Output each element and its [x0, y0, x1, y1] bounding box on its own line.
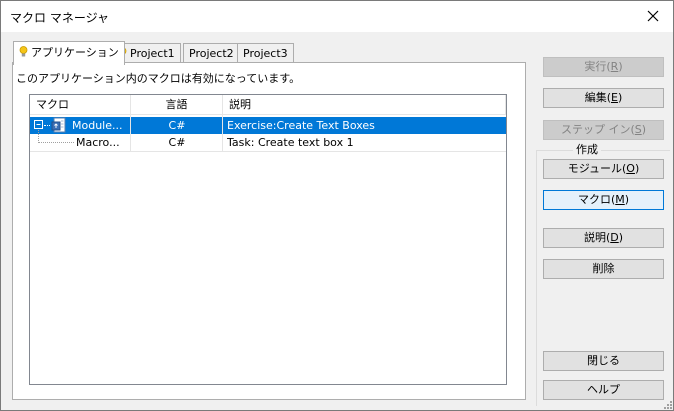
column-header-language-label: 言語: [165, 98, 188, 111]
close-icon: [647, 10, 659, 22]
collapse-toggle-icon[interactable]: [34, 120, 43, 129]
column-header-description-label: 説明: [229, 98, 251, 111]
bulb-icon: [19, 45, 28, 56]
resize-grip-icon[interactable]: [663, 400, 673, 410]
description-button-paren: ): [618, 231, 624, 244]
column-header-description[interactable]: 説明: [223, 95, 506, 115]
edit-button[interactable]: 編集(E): [543, 88, 664, 108]
macro-description: Exercise:Create Text Boxes: [227, 119, 375, 132]
create-macro-button-label: マクロ(: [577, 193, 616, 206]
macro-language: C#: [168, 136, 186, 149]
create-module-button-label: モジュール(: [567, 162, 627, 175]
close-button[interactable]: 閉じる: [543, 351, 664, 371]
module-icon: [51, 117, 66, 133]
macros-enabled-text: このアプリケーション内のマクロは有効になっています。: [16, 72, 301, 85]
row-separator: [30, 151, 506, 152]
create-module-button-paren: ): [634, 162, 640, 175]
tree-connector: [38, 142, 74, 143]
tab-project3-label: Project3: [243, 47, 288, 60]
column-header-macro[interactable]: マクロ: [30, 95, 131, 115]
help-button-label: ヘルプ: [587, 383, 620, 396]
create-macro-button-accesskey: M: [615, 193, 625, 206]
step-in-button[interactable]: ステップ イン(S): [543, 120, 664, 140]
tree-connector: [44, 125, 50, 126]
title-bar: マクロ マネージャ: [1, 1, 673, 32]
create-macro-button[interactable]: マクロ(M): [543, 190, 664, 210]
column-divider: [130, 115, 131, 151]
tab-project1-label: Project1: [130, 47, 175, 60]
create-module-button-accesskey: O: [626, 162, 635, 175]
tab-project3[interactable]: Project3: [237, 43, 294, 63]
step-in-button-label: ステップ イン(: [560, 123, 635, 136]
description-button[interactable]: 説明(D): [543, 228, 664, 248]
run-button-label: 実行(: [584, 60, 611, 73]
close-button-label: 閉じる: [587, 354, 620, 367]
column-header-language[interactable]: 言語: [131, 95, 223, 115]
description-button-label: 説明(: [583, 231, 611, 244]
help-button[interactable]: ヘルプ: [543, 380, 664, 400]
tab-application[interactable]: アプリケーション: [13, 41, 125, 65]
step-in-button-accesskey: S: [634, 123, 642, 136]
macro-name: Macro...: [76, 136, 120, 149]
close-window-button[interactable]: [639, 4, 667, 28]
macro-list[interactable]: マクロ 言語 説明 Module... C# Exercise:Create T…: [29, 94, 507, 385]
create-module-button[interactable]: モジュール(O): [543, 159, 664, 179]
tab-application-label: アプリケーション: [31, 46, 119, 59]
delete-button[interactable]: 削除: [543, 259, 664, 279]
description-button-accesskey: D: [610, 231, 619, 244]
edit-button-paren: ): [617, 91, 623, 104]
macro-language: C#: [168, 119, 186, 132]
create-macro-button-paren: ): [624, 193, 630, 206]
column-header-macro-label: マクロ: [36, 98, 69, 111]
run-button[interactable]: 実行(R): [543, 57, 664, 77]
create-group-label: 作成: [573, 141, 601, 157]
delete-button-label: 削除: [592, 262, 615, 275]
column-divider: [222, 115, 223, 151]
run-button-paren: ): [618, 60, 623, 73]
macro-description: Task: Create text box 1: [227, 136, 354, 149]
table-row[interactable]: Module... C# Exercise:Create Text Boxes: [30, 117, 506, 134]
table-row[interactable]: Macro... C# Task: Create text box 1: [30, 130, 506, 151]
edit-button-label: 編集(: [584, 91, 612, 104]
edit-button-accesskey: E: [611, 91, 618, 104]
tab-project2[interactable]: Project2: [183, 43, 240, 63]
tab-project2-label: Project2: [189, 47, 234, 60]
step-in-button-paren: ): [641, 123, 647, 136]
macro-name: Module...: [72, 119, 123, 132]
window-title: マクロ マネージャ: [10, 11, 109, 25]
